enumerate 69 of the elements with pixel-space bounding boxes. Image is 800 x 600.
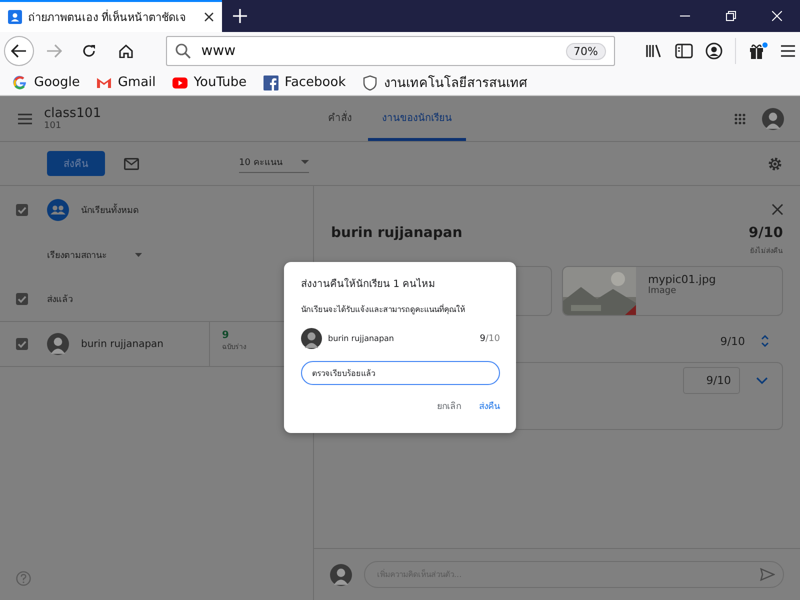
sort-dropdown[interactable]: เรียงตามสถานะ — [47, 248, 142, 262]
gift-icon[interactable] — [748, 42, 768, 60]
avatar-icon — [47, 333, 69, 355]
grade-value: 9/10 — [480, 334, 500, 344]
avatar-icon — [301, 328, 322, 349]
group-label: ส่งแล้ว — [47, 294, 73, 306]
class-name: class101 — [44, 106, 102, 121]
play-icon — [172, 74, 188, 90]
facebook-icon — [262, 74, 279, 90]
envelope-icon — [124, 158, 139, 170]
apps-grid-icon[interactable] — [734, 112, 746, 124]
all-students-label: นักเรียนทั้งหมด — [81, 202, 139, 216]
bookmark[interactable]: YouTube — [172, 74, 247, 90]
grade-value: 9/10 — [748, 225, 783, 241]
tab-title: ถ่ายภาพตนเอง ที่เห็นหน้าตาชัดเจ — [28, 8, 186, 26]
avatar-icon — [330, 564, 352, 586]
attachment-card[interactable]: mypic01.jpg Image — [562, 266, 783, 316]
grade-value: 9/10 — [720, 334, 745, 348]
sidebar-icon[interactable] — [674, 43, 693, 59]
plus-icon[interactable] — [233, 9, 247, 23]
account-icon[interactable] — [704, 42, 723, 60]
bookmark[interactable]: Google — [12, 74, 80, 90]
dropdown-arrow-icon — [301, 160, 309, 164]
shield-icon — [362, 74, 378, 90]
zoom-badge[interactable]: 70% — [566, 42, 606, 60]
person-icon — [8, 10, 22, 24]
student-name: burin rujjanapan — [328, 334, 396, 343]
settings-icon[interactable] — [767, 156, 783, 172]
sort-label: เรียงตามสถานะ — [47, 250, 107, 262]
google-icon — [12, 74, 28, 90]
menu-icon[interactable] — [780, 44, 796, 58]
return-button[interactable]: ส่งคืน — [479, 399, 500, 413]
library-icon[interactable] — [644, 43, 663, 59]
student-name: burin rujjanapan — [331, 225, 462, 241]
address-bar[interactable]: www 70% — [166, 36, 615, 66]
file-name: mypic01.jpg — [648, 273, 716, 286]
home-icon[interactable] — [118, 44, 134, 58]
group-icon — [47, 198, 69, 220]
chevron-down-icon[interactable] — [756, 377, 768, 385]
points-dropdown[interactable]: 10 คะแนน — [239, 154, 309, 172]
grade-field[interactable]: 9/10 — [683, 367, 740, 394]
back-button[interactable] — [4, 36, 34, 66]
search-icon — [175, 43, 192, 59]
checkbox[interactable] — [16, 338, 28, 350]
class-section: 101 — [44, 121, 314, 131]
bookmark[interactable]: Facebook — [262, 74, 346, 90]
dialog-title: ส่งงานคืนให้นักเรียน 1 คนไหม — [301, 277, 437, 291]
checkbox[interactable] — [16, 204, 28, 216]
student-name[interactable]: burin rujjanapan — [81, 338, 209, 350]
restore-icon[interactable] — [726, 11, 736, 21]
checkbox[interactable] — [16, 292, 28, 304]
points-label: 10 คะแนน — [239, 156, 282, 168]
tab[interactable]: คำสั่ง — [314, 96, 366, 141]
file-type: Image — [648, 286, 678, 296]
bookmark[interactable]: Gmail — [96, 74, 156, 90]
close-icon[interactable] — [204, 12, 214, 22]
email-button[interactable] — [124, 158, 139, 170]
bookmark[interactable]: งานเทคโนโลยีสารสนเทศ — [362, 72, 527, 93]
dialog-message: นักเรียนจะได้รับแจ้งและสามารถดูคะแนนที่คุณให้ — [301, 303, 466, 316]
expand-collapse-icon[interactable] — [761, 334, 769, 348]
cancel-button[interactable]: ยกเลิก — [437, 399, 461, 413]
avatar-icon — [762, 108, 784, 130]
reload-icon[interactable] — [82, 44, 98, 58]
browser-tab[interactable]: ถ่ายภาพตนเอง ที่เห็นหน้าตาชัดเจ — [0, 0, 222, 32]
url-text: www — [201, 43, 237, 59]
dropdown-arrow-icon — [135, 252, 142, 256]
grade-value: 9 — [222, 330, 230, 341]
back-arrow-icon — [10, 44, 27, 58]
comment-field[interactable]: ตรวจเรียบร้อยแล้ว — [301, 361, 500, 385]
